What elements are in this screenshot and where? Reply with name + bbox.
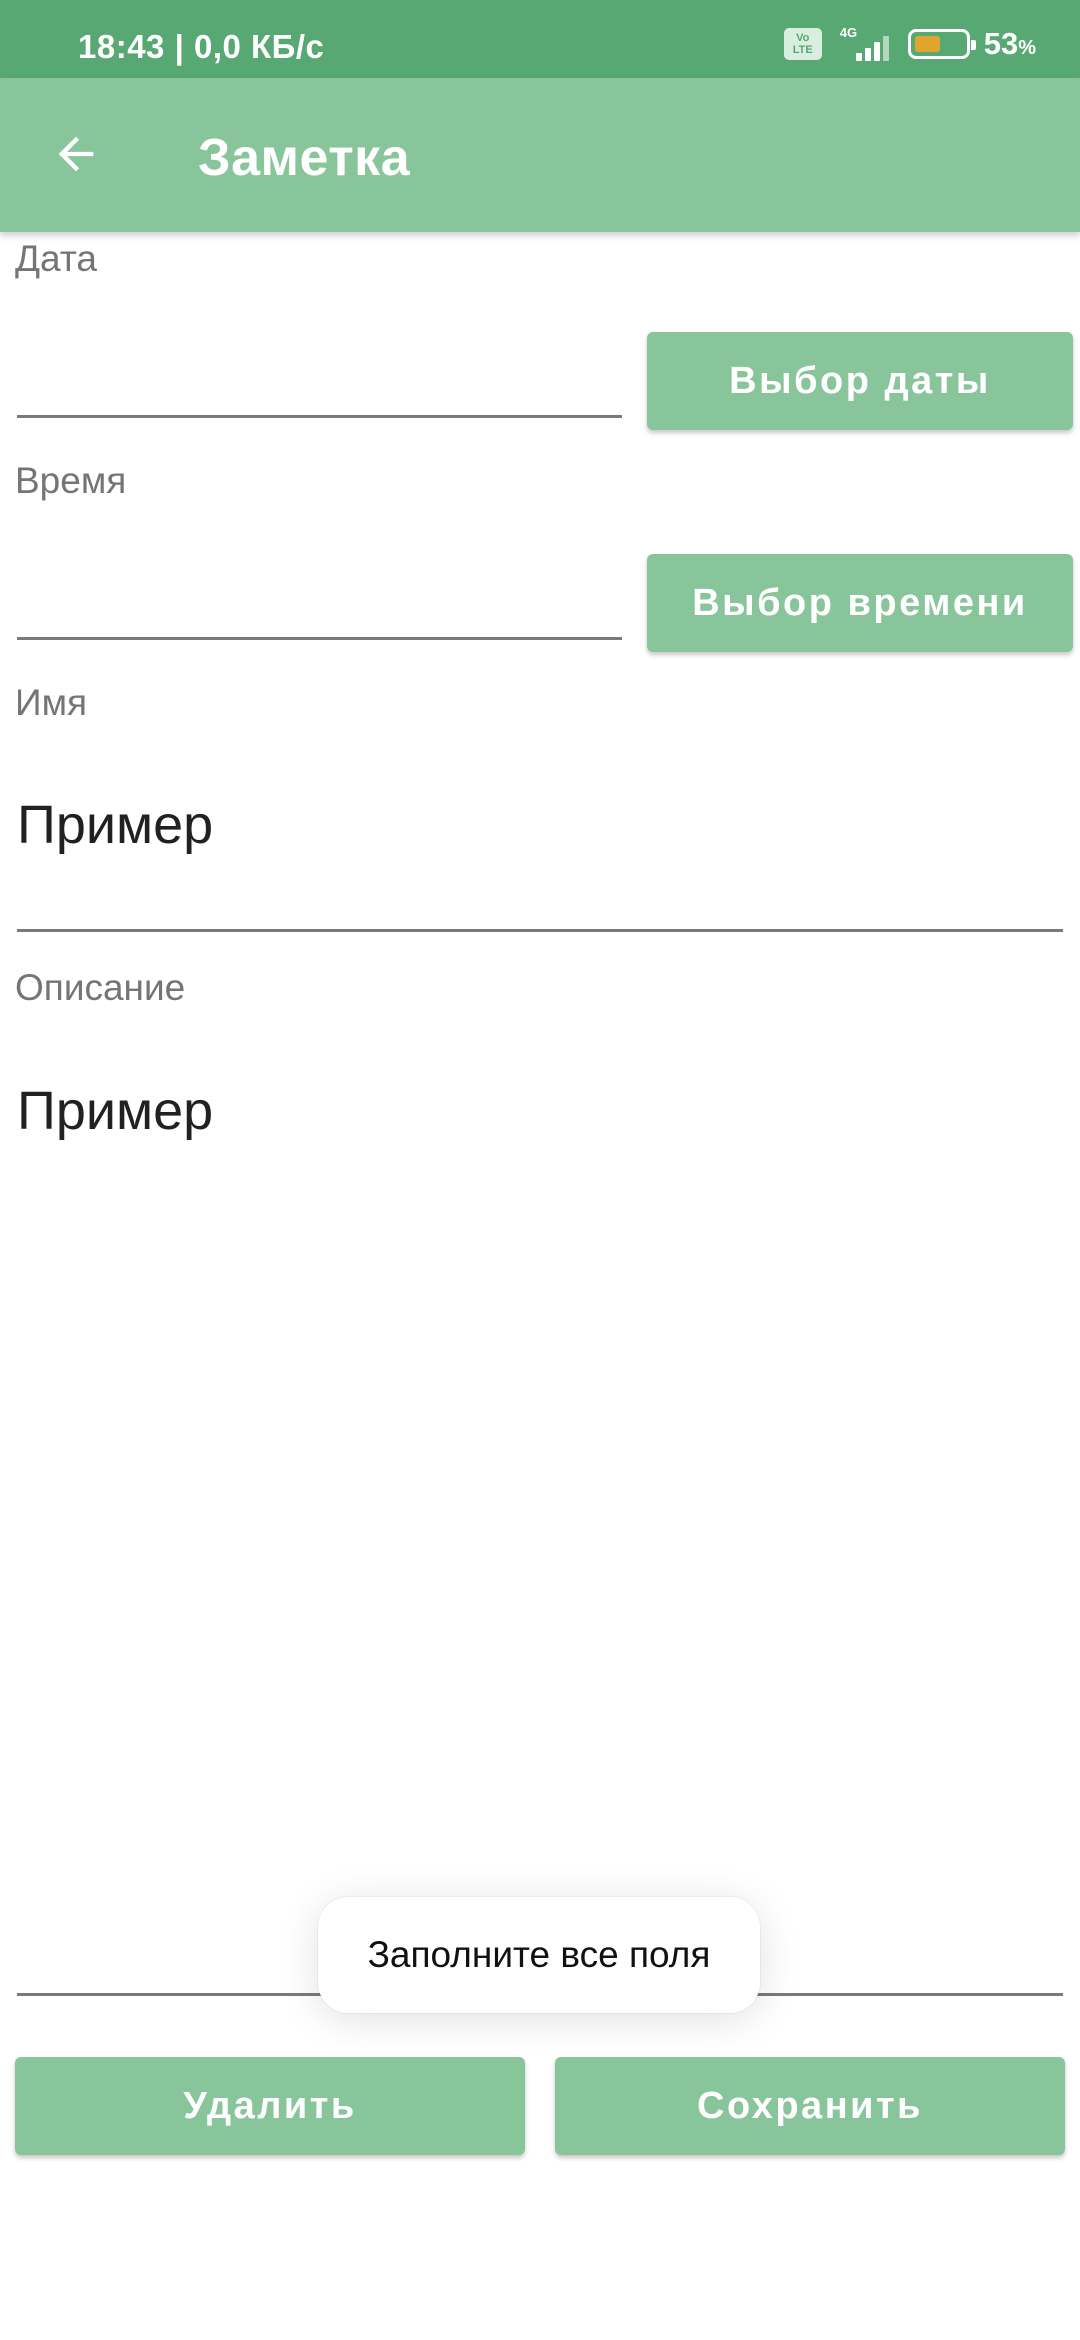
battery-icon [907,29,976,59]
date-underline [17,415,622,418]
delete-button[interactable]: Удалить [15,2057,525,2155]
status-time: 18:43 | 0,0 КБ/с [78,28,325,65]
time-underline [17,637,622,640]
toast-message: Заполните все поля [318,1897,760,2013]
arrow-left-icon [58,136,94,172]
network-type: 4G [839,25,858,40]
app-bar: Заметка [0,78,1080,232]
description-input[interactable]: Пример [17,1080,213,1142]
page-title: Заметка [198,129,411,187]
pick-date-button[interactable]: Выбор даты [647,332,1073,430]
status-icons: Vo LTE 4G 53% [783,22,1036,66]
name-label: Имя [15,682,88,723]
name-input[interactable]: Пример [17,794,213,856]
signal-icon: 4G [836,25,894,63]
back-button[interactable] [40,118,112,190]
status-bar: 18:43 | 0,0 КБ/с Vo LTE 4G 53% [0,0,1080,78]
pick-time-button[interactable]: Выбор времени [647,554,1073,652]
description-label: Описание [15,967,186,1008]
save-button[interactable]: Сохранить [555,2057,1065,2155]
battery-percent: 53% [983,26,1036,61]
date-label: Дата [15,238,97,279]
volte-icon: Vo LTE [783,28,822,60]
name-underline [17,929,1063,932]
battery-fill [914,36,940,52]
time-label: Время [15,460,127,501]
